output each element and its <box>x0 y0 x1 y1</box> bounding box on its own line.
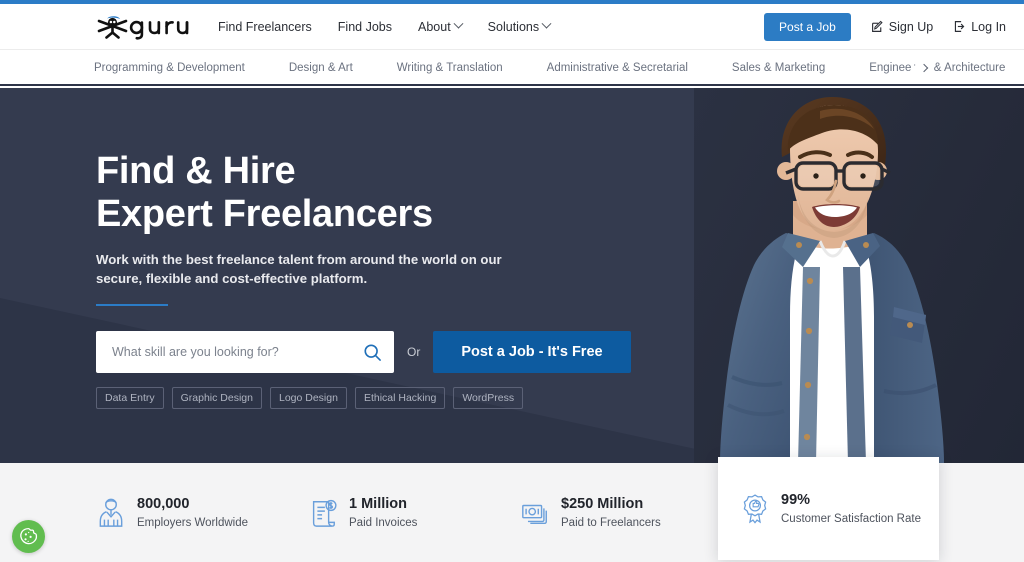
search-input[interactable] <box>112 345 363 359</box>
guru-logo[interactable] <box>94 12 190 42</box>
category-next-arrow-button[interactable] <box>916 60 932 76</box>
category-administrative-secretarial[interactable]: Administrative & Secretarial <box>547 62 688 74</box>
stat-employers-worldwide: 800,000 Employers Worldwide <box>96 495 308 531</box>
stat-value: $250 Million <box>561 495 644 512</box>
header-actions: Post a Job Sign Up Log In <box>764 12 1006 41</box>
chevron-down-icon <box>541 18 552 29</box>
stat-label: Employers Worldwide <box>137 516 248 529</box>
stat-text: 1 Million Paid Invoices <box>349 495 417 531</box>
stat-label: Paid to Freelancers <box>561 516 661 529</box>
stat-value: 800,000 <box>137 495 190 512</box>
pencil-square-icon <box>871 20 883 32</box>
login-arrow-icon <box>955 21 965 32</box>
nav-item-find-freelancers[interactable]: Find Freelancers <box>218 20 312 34</box>
primary-navigation: Find Freelancers Find Jobs About Solutio… <box>218 18 552 34</box>
nav-label: About <box>418 19 451 34</box>
or-separator-label: Or <box>407 345 421 359</box>
tag-data-entry[interactable]: Data Entry <box>96 387 164 409</box>
stat-paid-to-freelancers: $250 Million Paid to Freelancers <box>520 495 732 531</box>
invoice-dollar-icon <box>312 499 337 527</box>
tag-ethical-hacking[interactable]: Ethical Hacking <box>354 387 446 409</box>
category-navigation-bar: Programming & Development Design & Art W… <box>0 51 1024 86</box>
award-ribbon-thumbsup-icon <box>743 493 767 524</box>
stat-text: 800,000 Employers Worldwide <box>137 495 248 531</box>
hero-content: Find & Hire Expert Freelancers Work with… <box>96 88 656 409</box>
log-in-label: Log In <box>971 19 1006 34</box>
guru-person-logo-icon <box>97 15 189 40</box>
category-writing-translation[interactable]: Writing & Translation <box>397 62 503 74</box>
stat-value: 1 Million <box>349 495 407 512</box>
hero-heading-line-2: Expert Freelancers <box>96 193 433 235</box>
stat-label: Paid Invoices <box>349 516 418 529</box>
sign-up-label: Sign Up <box>888 19 934 34</box>
cash-stack-icon <box>522 504 547 524</box>
stat-label: Customer Satisfaction Rate <box>781 512 921 525</box>
stats-list: 800,000 Employers Worldwide 1 Million Pa… <box>96 463 736 562</box>
nav-item-find-jobs[interactable]: Find Jobs <box>338 20 392 34</box>
stat-paid-invoices: 1 Million Paid Invoices <box>308 495 520 531</box>
category-scroll-fade <box>912 51 914 84</box>
chevron-right-icon <box>919 63 929 73</box>
tag-logo-design[interactable]: Logo Design <box>269 387 347 409</box>
category-design-art[interactable]: Design & Art <box>289 62 353 74</box>
cookie-icon <box>20 527 38 545</box>
hero-search-row: Or Post a Job - It's Free <box>96 331 656 373</box>
category-programming-development[interactable]: Programming & Development <box>94 62 245 74</box>
page-root: Find Freelancers Find Jobs About Solutio… <box>0 0 1024 562</box>
search-icon <box>364 343 381 361</box>
tag-wordpress[interactable]: WordPress <box>453 387 524 409</box>
post-a-job-hero-button[interactable]: Post a Job - It's Free <box>433 331 631 373</box>
hero-subtitle: Work with the best freelance talent from… <box>96 252 502 286</box>
skill-search-box[interactable] <box>96 331 394 373</box>
chevron-down-icon <box>453 18 464 29</box>
hero-divider-rule <box>96 304 168 306</box>
category-sales-marketing[interactable]: Sales & Marketing <box>732 62 825 74</box>
nav-label: Find Freelancers <box>218 19 312 34</box>
employer-person-icon <box>99 498 123 527</box>
nav-label: Find Jobs <box>337 19 392 34</box>
hero-freelancer-photo <box>720 97 944 463</box>
category-list: Programming & Development Design & Art W… <box>0 62 1024 74</box>
cookie-settings-button[interactable] <box>12 520 45 553</box>
nav-item-about[interactable]: About <box>418 18 464 34</box>
hero-heading-line-1: Find & Hire <box>96 150 296 192</box>
stat-customer-satisfaction-card: 99% Customer Satisfaction Rate <box>718 457 939 560</box>
log-in-link[interactable]: Log In <box>953 20 1006 34</box>
tag-graphic-design[interactable]: Graphic Design <box>171 387 262 409</box>
search-submit-button[interactable] <box>363 343 382 362</box>
stat-text: $250 Million Paid to Freelancers <box>561 495 661 531</box>
site-header: Find Freelancers Find Jobs About Solutio… <box>0 4 1024 50</box>
category-engineering-architecture[interactable]: Engineering & Architecture <box>869 62 1005 74</box>
post-a-job-header-button[interactable]: Post a Job <box>764 12 851 41</box>
stat-value: 99% <box>781 491 811 508</box>
hero-heading: Find & Hire Expert Freelancers <box>96 150 656 236</box>
popular-skill-tags: Data Entry Graphic Design Logo Design Et… <box>96 387 656 409</box>
stat-text: 99% Customer Satisfaction Rate <box>781 491 921 527</box>
nav-label: Solutions <box>487 19 540 34</box>
nav-item-solutions[interactable]: Solutions <box>487 18 552 34</box>
hero-section: Find & Hire Expert Freelancers Work with… <box>0 88 1024 463</box>
sign-up-link[interactable]: Sign Up <box>871 20 933 34</box>
